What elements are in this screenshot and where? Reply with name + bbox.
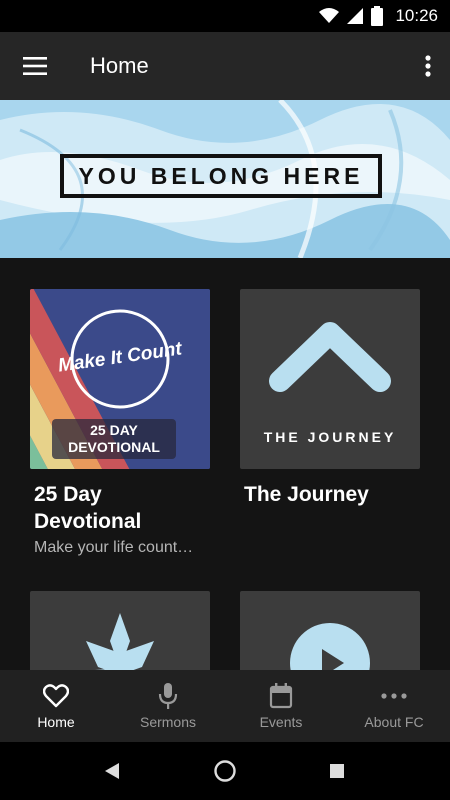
recents-square-icon [330, 764, 344, 778]
app-bar: Home [0, 32, 450, 100]
more-vertical-icon [425, 55, 431, 77]
system-recents-button[interactable] [322, 756, 352, 786]
card-thumbnail [240, 591, 420, 670]
wifi-icon [319, 8, 340, 23]
star-logo-icon [86, 613, 154, 670]
back-triangle-icon [105, 763, 119, 779]
status-bar: 10:26 [0, 0, 450, 32]
menu-button[interactable] [20, 52, 50, 80]
bottom-navigation: Home Sermons Events About FC [0, 670, 450, 742]
status-time: 10:26 [395, 6, 438, 25]
banner-frame: YOU BELONG HERE [60, 154, 382, 198]
nav-sermons[interactable]: Sermons [112, 670, 224, 742]
system-back-button[interactable] [97, 756, 127, 786]
hamburger-icon [23, 57, 47, 75]
card-thumbnail: Make It Count 25 DAY DEVOTIONAL [30, 289, 210, 469]
system-home-button[interactable] [210, 756, 240, 786]
page-title: Home [90, 53, 149, 78]
card-25-day-devotional[interactable]: Make It Count 25 DAY DEVOTIONAL 25 Day D… [30, 289, 210, 559]
nav-events[interactable]: Events [225, 670, 337, 742]
battery-icon [371, 6, 384, 26]
heart-icon [43, 684, 69, 708]
nav-events-label: Events [259, 714, 303, 730]
nav-sermons-label: Sermons [139, 714, 197, 730]
banner-title: YOU BELONG HERE [78, 162, 364, 189]
cell-signal-icon [347, 8, 364, 24]
card-thumbnail: THE JOURNEY [240, 289, 420, 469]
more-horizontal-icon [381, 693, 407, 699]
microphone-icon [158, 683, 178, 709]
overflow-menu-button[interactable] [420, 50, 436, 82]
nav-home-label: Home [37, 714, 75, 730]
card-title: 25 Day Devotional [34, 483, 142, 533]
devotional-image-label: 25 DAY DEVOTIONAL [52, 419, 176, 459]
play-circle-icon [290, 623, 370, 670]
hero-banner[interactable]: YOU BELONG HERE [0, 100, 450, 258]
system-navigation-bar [0, 742, 450, 800]
card-thumbnail [30, 591, 210, 670]
calendar-icon [269, 683, 293, 709]
card-third[interactable] [30, 591, 210, 670]
nav-about[interactable]: About FC [338, 670, 450, 742]
card-subtitle: Make your life count… [34, 539, 194, 556]
nav-home[interactable]: Home [0, 670, 112, 742]
card-title: The Journey [244, 483, 369, 506]
nav-about-label: About FC [364, 714, 424, 730]
card-fourth[interactable] [240, 591, 420, 670]
journey-image-label: THE JOURNEY [263, 429, 397, 445]
home-circle-icon [214, 760, 236, 782]
card-the-journey[interactable]: THE JOURNEY The Journey [240, 289, 420, 519]
